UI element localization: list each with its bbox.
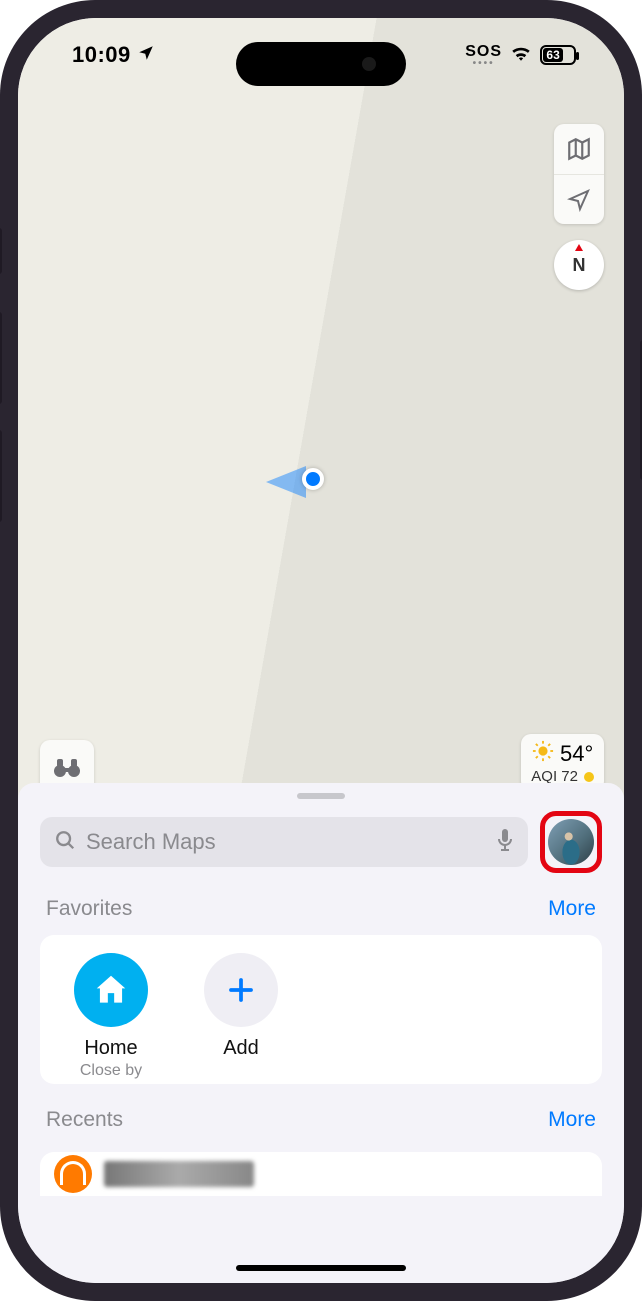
tracking-button[interactable]: [554, 174, 604, 224]
status-time: 10:09: [72, 42, 131, 68]
search-placeholder: Search Maps: [86, 829, 486, 855]
favorite-label: Home: [84, 1037, 137, 1060]
battery-icon: 63: [540, 45, 576, 65]
home-icon: [74, 953, 148, 1027]
search-input[interactable]: Search Maps: [40, 817, 528, 867]
dictation-icon[interactable]: [496, 828, 514, 857]
current-location-marker[interactable]: [280, 458, 336, 498]
map-mode-button[interactable]: [554, 124, 604, 174]
location-services-icon: [137, 42, 155, 68]
recents-category-icon: [54, 1155, 92, 1193]
compass-button[interactable]: N: [554, 240, 604, 290]
map-canvas[interactable]: N 54° AQI 72: [18, 18, 624, 818]
recents-item[interactable]: [40, 1152, 602, 1196]
recents-title: Recents: [46, 1108, 123, 1132]
recents-more-button[interactable]: More: [548, 1108, 596, 1132]
favorite-sublabel: Close by: [80, 1062, 142, 1080]
compass-label: N: [573, 255, 586, 276]
home-indicator[interactable]: [236, 1265, 406, 1271]
dynamic-island: [236, 42, 406, 86]
favorites-more-button[interactable]: More: [548, 897, 596, 921]
battery-percentage: 63: [543, 48, 563, 62]
aqi-indicator-icon: [584, 772, 594, 782]
favorite-add[interactable]: Add: [196, 953, 286, 1080]
favorites-title: Favorites: [46, 897, 132, 921]
favorite-home[interactable]: Home Close by: [66, 953, 156, 1080]
sheet-grabber[interactable]: [297, 793, 345, 799]
favorite-label: Add: [223, 1037, 259, 1060]
favorites-card: Home Close by Add: [40, 935, 602, 1084]
map-mode-controls: [554, 124, 604, 224]
sun-icon: [532, 740, 554, 768]
profile-button-highlight: [540, 811, 602, 873]
wifi-icon: [510, 44, 532, 67]
weather-temp: 54°: [560, 741, 593, 767]
search-sheet[interactable]: Search Maps Favorites More: [18, 783, 624, 1283]
profile-button[interactable]: [548, 819, 594, 865]
recents-redacted-text: [104, 1161, 254, 1187]
search-icon: [54, 829, 76, 856]
status-sos-dots: ••••: [473, 61, 495, 67]
plus-icon: [204, 953, 278, 1027]
